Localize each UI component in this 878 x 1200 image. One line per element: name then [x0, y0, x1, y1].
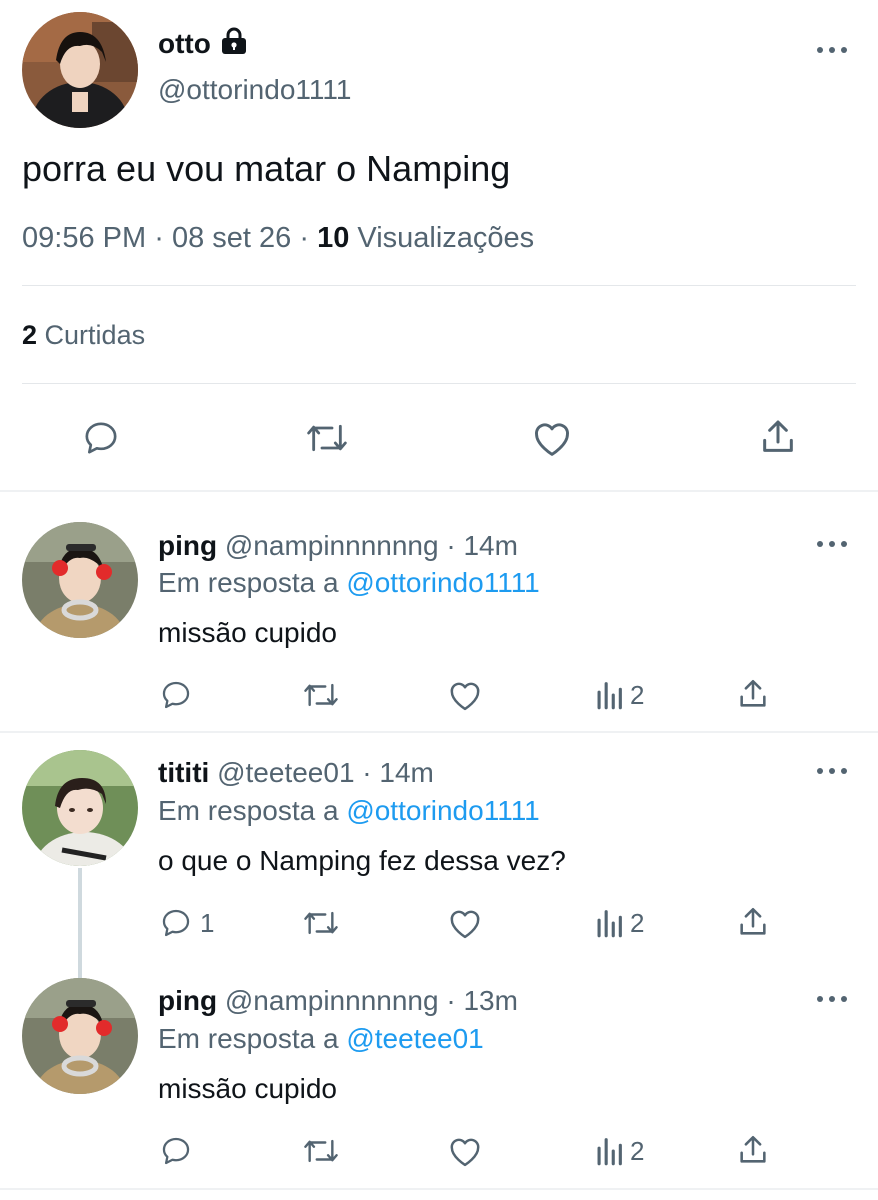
- like-icon: [535, 423, 569, 456]
- more-icon[interactable]: [817, 45, 847, 55]
- reply-text: missão cupido: [158, 1073, 337, 1104]
- like-button[interactable]: [530, 418, 574, 458]
- reply-author-handle[interactable]: @teetee01: [217, 757, 354, 788]
- separator: ·: [362, 757, 372, 788]
- views-count: 2: [630, 1135, 645, 1166]
- author-name[interactable]: otto: [158, 28, 211, 60]
- reply-context: Em resposta a @teetee01: [158, 1023, 484, 1055]
- views-button[interactable]: 2: [594, 1134, 644, 1168]
- views-icon: [597, 682, 622, 710]
- section-divider: [0, 1188, 878, 1190]
- reply-to-link[interactable]: @ottorindo1111: [346, 795, 539, 826]
- divider: [22, 383, 856, 384]
- section-divider: [0, 731, 878, 733]
- more-icon[interactable]: [817, 539, 847, 549]
- more-icon[interactable]: [817, 766, 847, 776]
- share-button[interactable]: [736, 904, 770, 940]
- likes-stat[interactable]: 2 Curtidas: [22, 320, 145, 351]
- reply-author-name[interactable]: ping: [158, 530, 217, 561]
- reply-icon: [162, 681, 190, 709]
- reply-time[interactable]: 14m: [463, 530, 517, 561]
- views-count: 10: [317, 222, 350, 254]
- reply-button[interactable]: [158, 1134, 200, 1168]
- reply-icon: [162, 1137, 190, 1165]
- reply-text: o que o Namping fez dessa vez?: [158, 845, 566, 876]
- retweet-button[interactable]: [300, 906, 342, 940]
- reply-context: Em resposta a @ottorindo1111: [158, 795, 540, 827]
- separator: ·: [154, 222, 164, 254]
- reply-context: Em resposta a @ottorindo1111: [158, 567, 540, 599]
- author-handle[interactable]: @ottorindo1111: [158, 74, 351, 106]
- views-icon: [597, 1138, 622, 1166]
- tweet-date[interactable]: 08 set 26: [172, 222, 291, 254]
- more-icon[interactable]: [817, 994, 847, 1004]
- reply-author-handle[interactable]: @nampinnnnnng: [225, 985, 439, 1016]
- like-button[interactable]: [446, 906, 484, 940]
- reply-button[interactable]: [158, 678, 200, 712]
- share-icon: [740, 907, 766, 935]
- retweet-button[interactable]: [300, 1134, 342, 1168]
- reply-author-name[interactable]: ping: [158, 985, 217, 1016]
- reply-avatar[interactable]: [22, 750, 138, 866]
- views-count: 2: [630, 907, 645, 938]
- reply-prefix: Em resposta a: [158, 795, 339, 826]
- tweet-time[interactable]: 09:56 PM: [22, 222, 146, 254]
- reply-time[interactable]: 14m: [379, 757, 433, 788]
- retweet-icon: [307, 424, 347, 452]
- author-avatar[interactable]: [22, 12, 138, 128]
- views-icon: [597, 910, 622, 938]
- share-button[interactable]: [736, 676, 770, 712]
- reply-header: ping @nampinnnnnng · 14m: [158, 530, 518, 562]
- reply-author-handle[interactable]: @nampinnnnnng: [225, 530, 439, 561]
- reply-count: 1: [200, 907, 215, 938]
- reply-header: ping @nampinnnnnng · 13m: [158, 985, 518, 1017]
- reply-prefix: Em resposta a: [158, 567, 339, 598]
- reply-avatar[interactable]: [22, 522, 138, 638]
- author-name-row: otto: [158, 27, 249, 60]
- retweet-button[interactable]: [300, 678, 342, 712]
- views-button[interactable]: 2: [594, 678, 644, 712]
- retweet-icon: [304, 911, 338, 935]
- retweet-icon: [304, 1139, 338, 1163]
- reply-to-link[interactable]: @ottorindo1111: [346, 567, 539, 598]
- section-divider: [0, 490, 878, 492]
- share-button[interactable]: [758, 416, 798, 458]
- like-icon: [450, 1138, 480, 1167]
- reply-button[interactable]: [80, 418, 122, 458]
- reply-prefix: Em resposta a: [158, 1023, 339, 1054]
- share-button[interactable]: [736, 1132, 770, 1168]
- reply-icon: [85, 422, 117, 454]
- separator: ·: [299, 222, 309, 254]
- share-icon: [763, 420, 793, 452]
- share-icon: [740, 679, 766, 707]
- views-label: Visualizações: [357, 222, 535, 254]
- reply-icon: [162, 909, 190, 937]
- lock-icon: [219, 27, 249, 60]
- reply-time[interactable]: 13m: [463, 985, 517, 1016]
- like-icon: [450, 682, 480, 711]
- reply-header: tititi @teetee01 · 14m: [158, 757, 434, 789]
- separator: ·: [446, 530, 456, 561]
- views-button[interactable]: 2: [594, 906, 644, 940]
- tweet-text: porra eu vou matar o Namping: [22, 148, 511, 189]
- reply-avatar[interactable]: [22, 978, 138, 1094]
- thread-line: [78, 868, 82, 978]
- like-button[interactable]: [446, 678, 484, 712]
- divider: [22, 285, 856, 286]
- reply-author-name[interactable]: tititi: [158, 757, 209, 788]
- likes-label: Curtidas: [44, 320, 146, 350]
- retweet-button[interactable]: [302, 418, 352, 458]
- separator: ·: [446, 985, 456, 1016]
- reply-button[interactable]: 1: [158, 906, 214, 940]
- tweet-meta: 09:56 PM · 08 set 26 · 10 Visualizações: [22, 222, 534, 255]
- retweet-icon: [304, 683, 338, 707]
- reply-text: missão cupido: [158, 617, 337, 648]
- like-button[interactable]: [446, 1134, 484, 1168]
- reply-to-link[interactable]: @teetee01: [346, 1023, 483, 1054]
- likes-count: 2: [22, 320, 38, 350]
- share-icon: [740, 1135, 766, 1163]
- like-icon: [450, 910, 480, 939]
- views-count: 2: [630, 679, 645, 710]
